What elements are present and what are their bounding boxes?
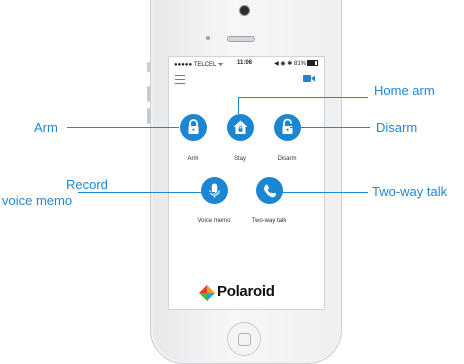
lock-closed-icon <box>188 119 199 134</box>
hamburger-menu-icon[interactable] <box>175 75 185 84</box>
volume-down-button <box>147 108 150 124</box>
house-lock-icon <box>233 120 248 134</box>
phone-handset-icon <box>263 184 277 198</box>
two-way-talk-button[interactable] <box>256 177 283 204</box>
proximity-sensor <box>206 36 210 40</box>
two-way-talk-label: Two-way talk <box>251 218 287 224</box>
voice-memo-label: Voice memo <box>197 218 231 224</box>
home-button[interactable] <box>227 322 261 356</box>
status-indicators: ◀ ◉ ✱ 81% <box>274 60 318 67</box>
callout-line-disarm <box>290 127 370 128</box>
status-right-text: ◀ ◉ ✱ 81% <box>274 61 306 67</box>
callout-disarm: Disarm <box>376 120 418 135</box>
callout-record-line1: Record <box>66 177 108 192</box>
carrier-label: ●●●●● TELCEL ᯤ <box>174 62 224 68</box>
callout-line-home-arm-drop <box>238 97 239 114</box>
callout-line-two-way-talk <box>272 192 368 193</box>
stay-button[interactable] <box>227 114 254 141</box>
arm-button[interactable] <box>180 114 207 141</box>
callout-line-arm <box>67 127 179 128</box>
callout-line-record <box>78 192 215 193</box>
arm-label: Arm <box>187 156 199 162</box>
logo-text: Polaroid <box>217 283 275 300</box>
status-bar: ●●●●● TELCEL ᯤ 11:06 ◀ ◉ ✱ 81% <box>169 57 324 69</box>
battery-icon <box>307 60 318 67</box>
front-camera <box>239 5 250 16</box>
callout-two-way-talk: Two-way talk <box>372 184 448 199</box>
polaroid-logo: Polaroid <box>197 283 307 303</box>
volume-up-button <box>147 86 150 102</box>
polaroid-diamond-icon <box>199 285 215 301</box>
callout-arm: Arm <box>34 120 58 135</box>
callout-home-arm: Home arm <box>374 83 435 98</box>
mute-switch <box>147 62 150 72</box>
earpiece-speaker <box>227 36 255 42</box>
disarm-label: Disarm <box>277 156 297 162</box>
stay-label: Stay <box>233 156 246 162</box>
callout-record-line2: voice memo <box>2 193 73 208</box>
voice-memo-button[interactable] <box>201 177 228 204</box>
microphone-icon <box>209 183 220 198</box>
callout-line-home-arm <box>238 97 368 98</box>
clock: 11:06 <box>237 60 253 66</box>
video-camera-icon[interactable] <box>303 74 315 83</box>
app-screen: ●●●●● TELCEL ᯤ 11:06 ◀ ◉ ✱ 81% Arm Stay <box>168 56 325 310</box>
